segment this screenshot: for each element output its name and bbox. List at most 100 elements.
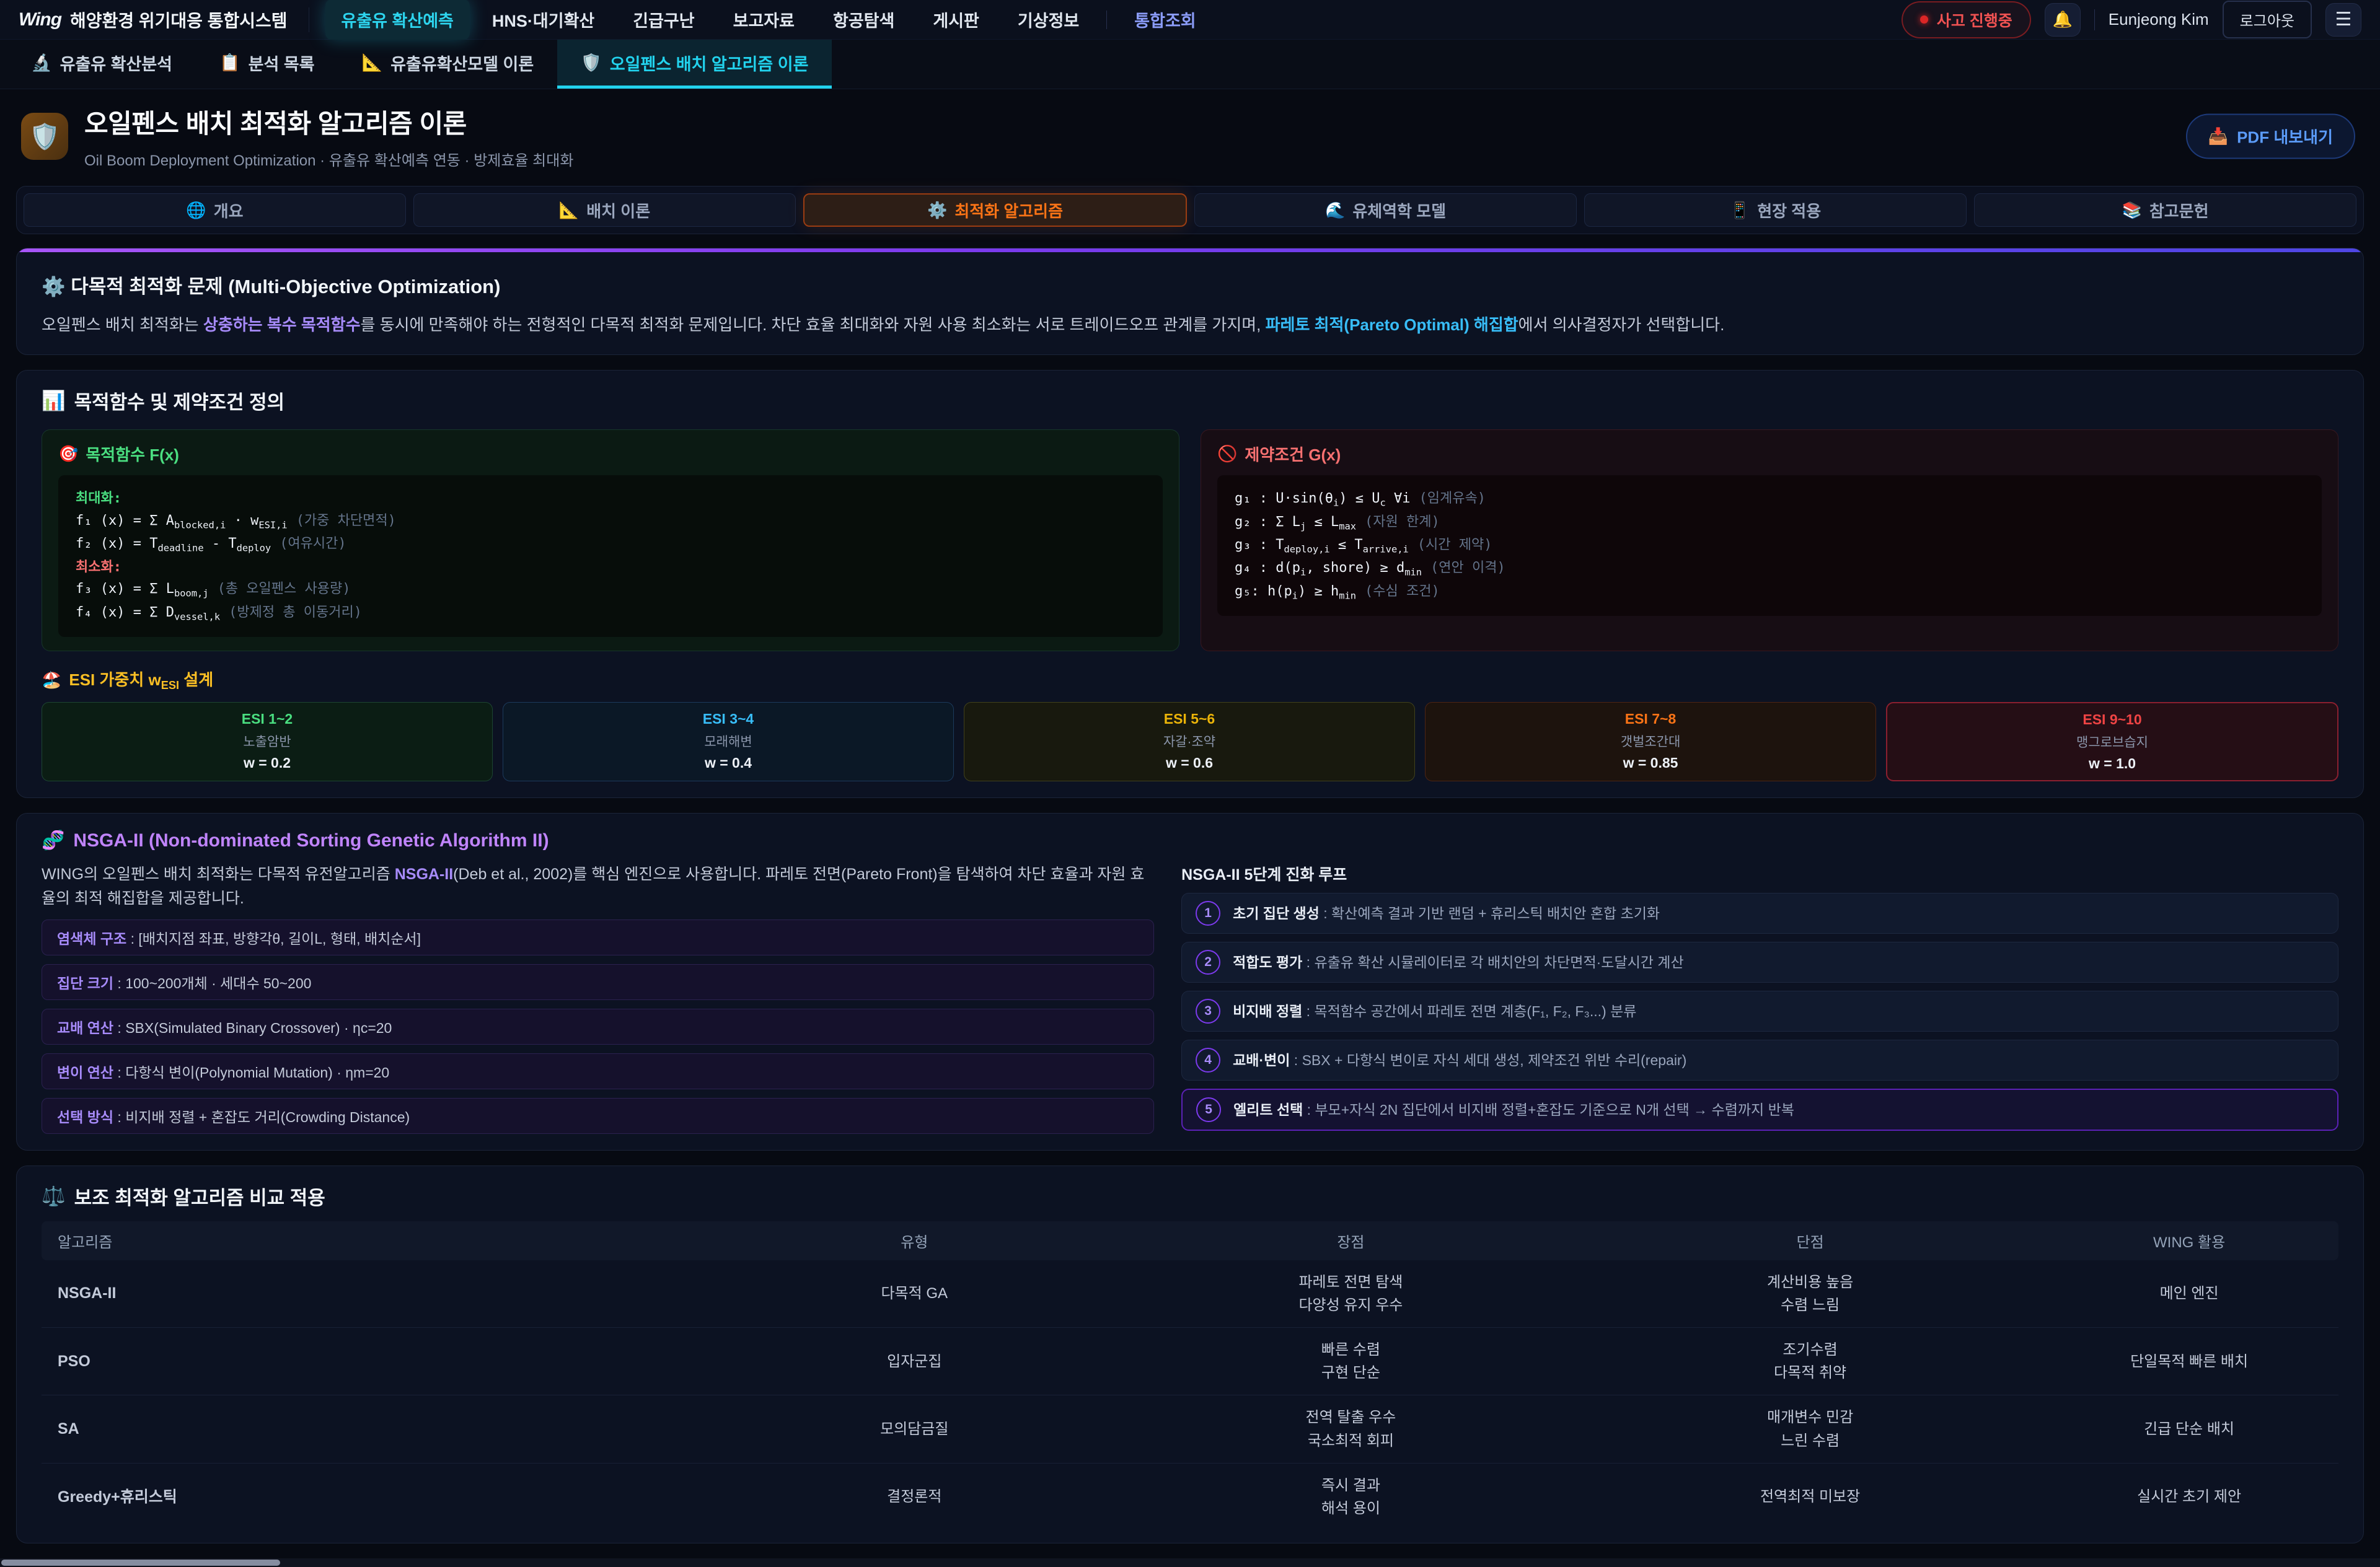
section-title: 📊 목적함수 및 제약조건 정의 xyxy=(42,387,2338,415)
section-tab-references[interactable]: 📚 참고문헌 xyxy=(1974,193,2356,227)
tab-boom-algorithm-theory[interactable]: 🛡️ 오일펜스 배치 알고리즘 이론 xyxy=(557,40,832,89)
highlight-pareto-optimal: 파레토 최적(Pareto Optimal) 해집합 xyxy=(1266,315,1518,334)
col-wing-usage: WING 활용 xyxy=(2040,1221,2338,1260)
logout-button[interactable]: 로그아웃 xyxy=(2223,1,2312,38)
nav-separator xyxy=(1106,11,1107,29)
nav-item-weather[interactable]: 기상정보 xyxy=(1002,0,1095,40)
esi-card-7-8: ESI 7~8 갯벌조간대 w = 0.85 xyxy=(1425,702,1876,781)
top-nav: Wing 해양환경 위기대응 통합시스템 유출유 확산예측 HNS·대기확산 긴… xyxy=(0,0,2380,40)
nsga-description: WING의 오일펜스 배치 최적화는 다목적 유전알고리즘 NSGA-II(De… xyxy=(42,863,1154,911)
main-menu: 유출유 확산예측 HNS·대기확산 긴급구난 보고자료 항공탐색 게시판 기상정… xyxy=(325,0,1212,40)
section-tab-hydrodynamics[interactable]: 🌊 유체역학 모델 xyxy=(1194,193,1577,227)
logo: Wing 해양환경 위기대응 통합시스템 xyxy=(19,7,309,32)
nsga-section: 🧬 NSGA-II (Non-dominated Sorting Genetic… xyxy=(16,813,2364,1151)
minimize-label: 최소화: xyxy=(76,556,1145,579)
formula-line: g₁ : U·sin(θi) ≤ Uc ∀i(임계유속) xyxy=(1235,488,2304,511)
pdf-export-button[interactable]: 📥 PDF 내보내기 xyxy=(2186,114,2355,159)
algorithm-name: NSGA-II xyxy=(42,1260,708,1328)
hamburger-icon: ☰ xyxy=(2335,9,2352,30)
step-number-badge: 3 xyxy=(1196,999,1220,1024)
algorithm-comparison-table: 알고리즘 유형 장점 단점 WING 활용 NSGA-II 다목적 GA 파레토… xyxy=(42,1221,2338,1531)
section-title: ⚖️ 보조 최적화 알고리즘 비교 적용 xyxy=(42,1182,2338,1210)
evolution-step-1: 1 초기 집단 생성 : 확산예측 결과 기반 랜덤 + 휴리스틱 배치안 혼합… xyxy=(1181,893,2338,934)
incident-status-badge: 사고 진행중 xyxy=(1902,1,2031,38)
evolution-step-5: 5 엘리트 선택 : 부모+자식 2N 집단에서 비지배 정렬+혼잡도 기준으로… xyxy=(1181,1089,2338,1131)
tab-label: 오일펜스 배치 알고리즘 이론 xyxy=(610,51,809,75)
notifications-button[interactable]: 🔔 xyxy=(2045,3,2081,37)
pdf-export-label: PDF 내보내기 xyxy=(2237,125,2333,148)
user-name: Eunjeong Kim xyxy=(2109,10,2209,29)
param-chromosome: 염색체 구조 : [배치지점 좌표, 방향각θ, 길이L, 형태, 배치순서] xyxy=(42,920,1154,955)
nav-divider xyxy=(2094,9,2095,30)
scale-icon: ⚖️ xyxy=(42,1185,66,1208)
nsga-left-column: WING의 오일펜스 배치 최적화는 다목적 유전알고리즘 NSGA-II(De… xyxy=(42,863,1154,1134)
nav-item-rescue[interactable]: 긴급구난 xyxy=(617,0,710,40)
section-tab-deployment-theory[interactable]: 📐 배치 이론 xyxy=(413,193,796,227)
section-tab-optimization-algorithm[interactable]: ⚙️ 최적화 알고리즘 xyxy=(803,193,1187,227)
nav-item-oil-spill-forecast[interactable]: 유출유 확산예측 xyxy=(325,0,470,40)
gear-icon: ⚙️ xyxy=(42,276,66,297)
beach-icon: 🏖️ xyxy=(42,670,61,690)
objective-function-panel: 🎯 목적함수 F(x) 최대화: f₁ (x) = Σ Ablocked,i ·… xyxy=(42,429,1179,651)
formula-line: f₂ (x) = Tdeadline - Tdeploy(여유시간) xyxy=(76,533,1145,556)
tab-label: 유출유확산모델 이론 xyxy=(390,51,534,75)
section-title: ⚙️ 다목적 최적화 문제 (Multi-Objective Optimizat… xyxy=(42,271,2338,299)
page-subtitle: Oil Boom Deployment Optimization · 유출유 확… xyxy=(84,148,573,170)
step-number-badge: 4 xyxy=(1196,1048,1220,1073)
esi-weights-title: 🏖️ ESI 가중치 wESI 설계 xyxy=(42,667,2338,692)
target-icon: 🎯 xyxy=(58,444,78,463)
gear-icon: ⚙️ xyxy=(927,201,947,220)
tab-analysis-list[interactable]: 📋 분석 목록 xyxy=(196,40,338,89)
col-cons: 단점 xyxy=(1580,1221,2040,1260)
objective-code-block: 최대화: f₁ (x) = Σ Ablocked,i · wESI,i(가중 차… xyxy=(58,475,1163,637)
col-pros: 장점 xyxy=(1121,1221,1580,1260)
section-tab-label: 배치 이론 xyxy=(586,199,650,222)
nav-item-reports[interactable]: 보고자료 xyxy=(717,0,811,40)
formula-line: f₁ (x) = Σ Ablocked,i · wESI,i(가중 차단면적) xyxy=(76,510,1145,533)
formula-line: g₃ : Tdeploy,i ≤ Tarrive,i(시간 제약) xyxy=(1235,534,2304,557)
esi-card-5-6: ESI 5~6 자갈·조약 w = 0.6 xyxy=(964,702,1415,781)
incident-status-label: 사고 진행중 xyxy=(1937,9,2012,31)
section-tab-label: 참고문헌 xyxy=(2149,199,2209,222)
param-mutation: 변이 연산 : 다항식 변이(Polynomial Mutation) · ηm… xyxy=(42,1053,1154,1089)
maximize-label: 최대화: xyxy=(76,488,1145,510)
section-tab-label: 개요 xyxy=(214,199,244,222)
evolution-loop-title: NSGA-II 5단계 진화 루프 xyxy=(1181,863,2338,885)
evolution-step-4: 4 교배·변이 : SBX + 다항식 변이로 자식 세대 생성, 제약조건 위… xyxy=(1181,1040,2338,1081)
bar-chart-icon: 📊 xyxy=(42,389,66,412)
app-title: 해양환경 위기대응 통합시스템 xyxy=(70,7,287,32)
menu-button[interactable]: ☰ xyxy=(2325,3,2361,37)
globe-icon: 🌐 xyxy=(186,201,206,220)
nav-item-air-search[interactable]: 항공탐색 xyxy=(817,0,910,40)
table-row: PSO 입자군집 빠른 수렴 구현 단순 조기수렴 다목적 취약 단일목적 빠른… xyxy=(42,1327,2338,1395)
scrollbar-thumb[interactable] xyxy=(1,1560,280,1566)
prohibited-icon: 🚫 xyxy=(1217,444,1237,463)
bell-icon: 🔔 xyxy=(2053,10,2073,29)
multi-objective-section: ⚙️ 다목적 최적화 문제 (Multi-Objective Optimizat… xyxy=(16,248,2364,355)
nav-item-integrated-search[interactable]: 통합조회 xyxy=(1118,0,1212,40)
formula-line: f₄ (x) = Σ Dvessel,k(방제정 총 이동거리) xyxy=(76,602,1145,625)
tab-diffusion-model-theory[interactable]: 📐 유출유확산모델 이론 xyxy=(338,40,558,89)
table-row: Greedy+휴리스틱 결정론적 즉시 결과 해석 용이 전역최적 미보장 실시… xyxy=(42,1463,2338,1530)
dna-icon: 🧬 xyxy=(42,830,64,851)
horizontal-scrollbar[interactable] xyxy=(0,1558,2380,1567)
formula-line: g₅: h(pi) ≥ hmin(수심 조건) xyxy=(1235,581,2304,604)
tab-spill-analysis[interactable]: 🔬 유출유 확산분석 xyxy=(7,40,196,89)
esi-card-1-2: ESI 1~2 노출암반 w = 0.2 xyxy=(42,702,493,781)
highlight-nsga: NSGA-II xyxy=(395,866,453,883)
logo-mark: Wing xyxy=(19,9,61,30)
constraint-code-block: g₁ : U·sin(θi) ≤ Uc ∀i(임계유속) g₂ : Σ Lj ≤… xyxy=(1217,475,2322,616)
section-tab-label: 유체역학 모델 xyxy=(1352,199,1446,222)
shield-icon: 🛡️ xyxy=(581,53,602,72)
section-tab-overview[interactable]: 🌐 개요 xyxy=(24,193,406,227)
highlight-conflicting-objectives: 상충하는 복수 목적함수 xyxy=(203,315,361,334)
tab-label: 유출유 확산분석 xyxy=(60,51,172,75)
microscope-icon: 🔬 xyxy=(31,53,52,72)
definitions-section: 📊 목적함수 및 제약조건 정의 🎯 목적함수 F(x) 최대화: f₁ (x)… xyxy=(16,370,2364,798)
table-row: NSGA-II 다목적 GA 파레토 전면 탐색 다양성 유지 우수 계산비용 … xyxy=(42,1260,2338,1328)
section-tab-field-application[interactable]: 📱 현장 적용 xyxy=(1584,193,1967,227)
books-icon: 📚 xyxy=(2122,201,2141,220)
nav-item-hns[interactable]: HNS·대기확산 xyxy=(476,0,610,40)
param-crossover: 교배 연산 : SBX(Simulated Binary Crossover) … xyxy=(42,1009,1154,1045)
nav-item-board[interactable]: 게시판 xyxy=(917,0,995,40)
